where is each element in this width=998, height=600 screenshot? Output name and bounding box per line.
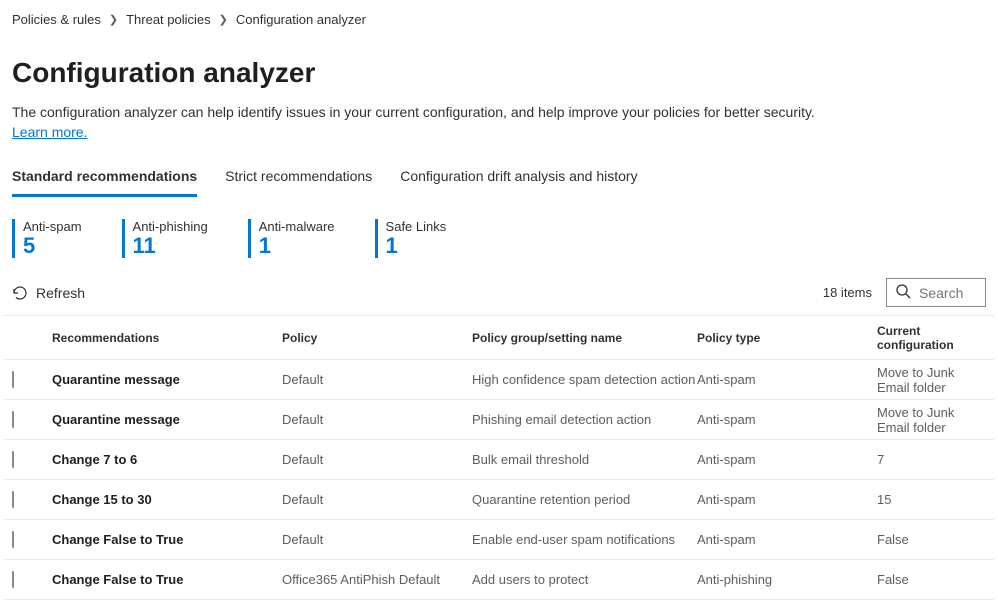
tab-standard-recommendations[interactable]: Standard recommendations [12, 160, 197, 197]
row-checkbox[interactable] [12, 491, 14, 508]
cell-current: False [877, 572, 990, 587]
table-row[interactable]: Change False to True Office365 AntiPhish… [4, 560, 994, 600]
cell-policy: Default [282, 452, 472, 467]
cell-type: Anti-spam [697, 412, 877, 427]
table-row[interactable]: Change False to True Default Enable end-… [4, 520, 994, 560]
cell-recommendation: Change 15 to 30 [52, 492, 282, 507]
cell-current: False [877, 532, 990, 547]
stat-label: Anti-phishing [133, 219, 208, 234]
col-type[interactable]: Policy type [697, 331, 877, 345]
col-current[interactable]: Current configuration [877, 324, 990, 352]
toolbar: Refresh 18 items [4, 268, 994, 316]
cell-group: Bulk email threshold [472, 452, 697, 467]
cell-recommendation: Quarantine message [52, 412, 282, 427]
item-count: 18 items [823, 285, 872, 300]
row-checkbox[interactable] [12, 451, 14, 468]
cell-policy: Default [282, 372, 472, 387]
cell-recommendation: Change 7 to 6 [52, 452, 282, 467]
stat-anti-malware[interactable]: Anti-malware 1 [248, 219, 335, 258]
page-description-text: The configuration analyzer can help iden… [12, 104, 815, 120]
stat-anti-spam[interactable]: Anti-spam 5 [12, 219, 82, 258]
breadcrumb-item[interactable]: Policies & rules [12, 12, 101, 27]
cell-recommendation: Quarantine message [52, 372, 282, 387]
cell-type: Anti-spam [697, 372, 877, 387]
row-checkbox[interactable] [12, 371, 14, 388]
stats-row: Anti-spam 5 Anti-phishing 11 Anti-malwar… [4, 205, 994, 268]
tab-list: Standard recommendations Strict recommen… [4, 160, 994, 197]
recommendations-table: Recommendations Policy Policy group/sett… [4, 316, 994, 600]
cell-current: Move to Junk Email folder [877, 405, 990, 435]
cell-policy: Default [282, 492, 472, 507]
breadcrumb-item[interactable]: Threat policies [126, 12, 211, 27]
cell-group: Enable end-user spam notifications [472, 532, 697, 547]
cell-type: Anti-phishing [697, 572, 877, 587]
breadcrumb: Policies & rules ❯ Threat policies ❯ Con… [4, 0, 994, 33]
cell-group: Phishing email detection action [472, 412, 697, 427]
cell-group: High confidence spam detection action [472, 372, 697, 387]
refresh-button[interactable]: Refresh [12, 285, 85, 301]
table-row[interactable]: Quarantine message Default High confiden… [4, 360, 994, 400]
cell-recommendation: Change False to True [52, 572, 282, 587]
chevron-right-icon: ❯ [219, 13, 228, 26]
row-checkbox[interactable] [12, 531, 14, 548]
stat-safe-links[interactable]: Safe Links 1 [375, 219, 447, 258]
cell-policy: Default [282, 532, 472, 547]
learn-more-link[interactable]: Learn more. [12, 124, 87, 140]
table-row[interactable]: Change 15 to 30 Default Quarantine reten… [4, 480, 994, 520]
row-checkbox[interactable] [12, 411, 14, 428]
cell-type: Anti-spam [697, 452, 877, 467]
cell-policy: Office365 AntiPhish Default [282, 572, 472, 587]
toolbar-right: 18 items [823, 278, 986, 307]
table-row[interactable]: Change 7 to 6 Default Bulk email thresho… [4, 440, 994, 480]
chevron-right-icon: ❯ [109, 13, 118, 26]
search-input[interactable] [919, 285, 973, 301]
stat-label: Anti-malware [259, 219, 335, 234]
cell-group: Add users to protect [472, 572, 697, 587]
cell-policy: Default [282, 412, 472, 427]
cell-group: Quarantine retention period [472, 492, 697, 507]
stat-anti-phishing[interactable]: Anti-phishing 11 [122, 219, 208, 258]
refresh-label: Refresh [36, 285, 85, 301]
stat-value: 1 [386, 234, 447, 258]
tab-config-drift[interactable]: Configuration drift analysis and history [400, 160, 637, 197]
breadcrumb-item[interactable]: Configuration analyzer [236, 12, 366, 27]
page-title: Configuration analyzer [4, 33, 994, 103]
search-box[interactable] [886, 278, 986, 307]
row-checkbox[interactable] [12, 571, 14, 588]
cell-current: 15 [877, 492, 990, 507]
table-row[interactable]: Quarantine message Default Phishing emai… [4, 400, 994, 440]
cell-type: Anti-spam [697, 492, 877, 507]
cell-recommendation: Change False to True [52, 532, 282, 547]
col-policy[interactable]: Policy [282, 331, 472, 345]
col-group[interactable]: Policy group/setting name [472, 331, 697, 345]
cell-current: 7 [877, 452, 990, 467]
stat-value: 1 [259, 234, 335, 258]
cell-current: Move to Junk Email folder [877, 365, 990, 395]
page-description: The configuration analyzer can help iden… [4, 103, 824, 160]
stat-value: 5 [23, 234, 82, 258]
cell-type: Anti-spam [697, 532, 877, 547]
refresh-icon [12, 285, 28, 301]
tab-strict-recommendations[interactable]: Strict recommendations [225, 160, 372, 197]
col-recommendations[interactable]: Recommendations [52, 331, 282, 345]
search-icon [895, 283, 911, 302]
stat-label: Anti-spam [23, 219, 82, 234]
stat-label: Safe Links [386, 219, 447, 234]
table-header: Recommendations Policy Policy group/sett… [4, 316, 994, 360]
stat-value: 11 [133, 234, 208, 258]
